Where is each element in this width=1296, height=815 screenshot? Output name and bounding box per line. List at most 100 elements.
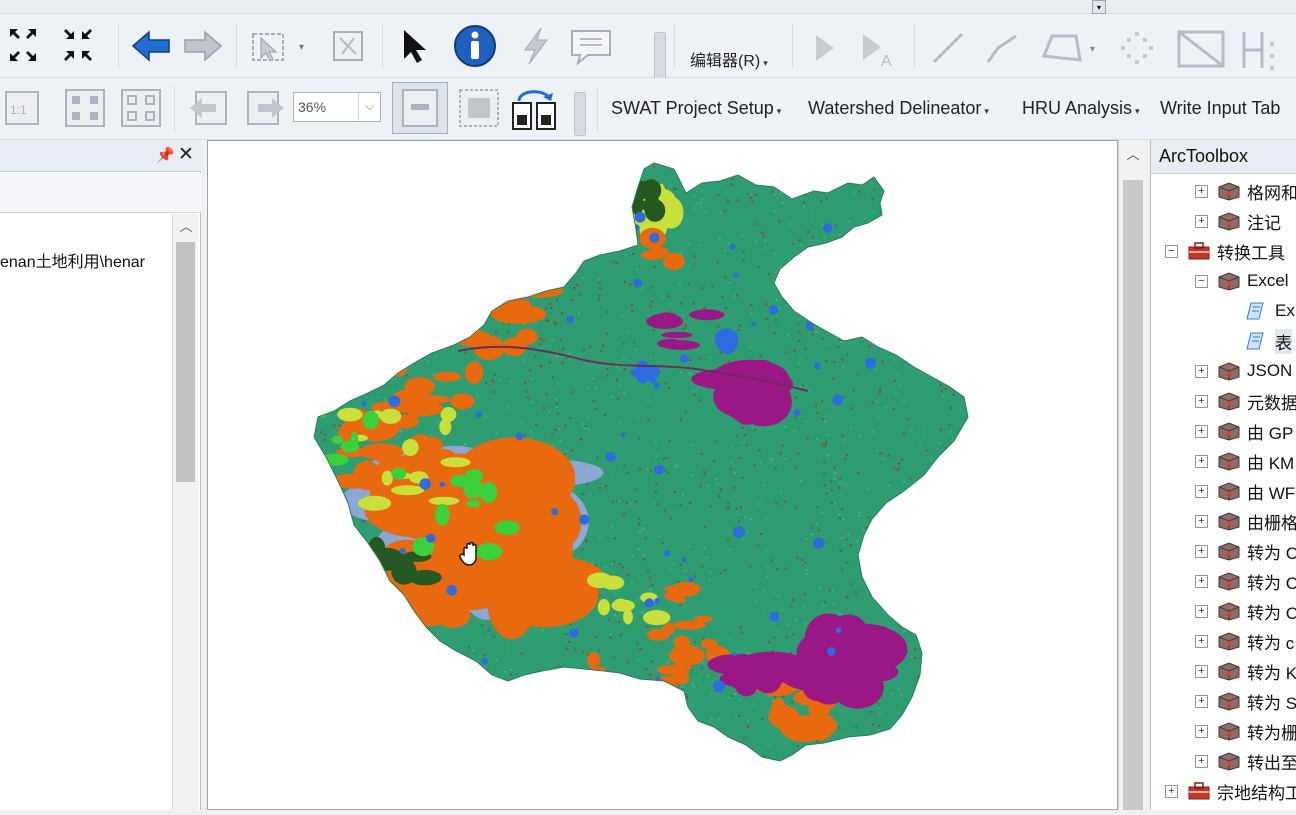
fixed-zoom-in-icon[interactable]: [4, 24, 54, 68]
map-vertical-scrollbar[interactable]: ︿: [1118, 140, 1146, 810]
edit-tool-icon[interactable]: [808, 30, 842, 66]
toolset-icon: [1218, 362, 1240, 381]
write-input-tables-menu[interactable]: Write Input Tab: [1160, 98, 1280, 119]
select-elements-icon[interactable]: [392, 26, 436, 66]
henan-land-use-map[interactable]: [208, 141, 1119, 811]
left-panel-scrollbar[interactable]: ︿: [172, 214, 198, 810]
identify-info-icon[interactable]: [450, 24, 500, 68]
expand-icon[interactable]: +: [1195, 604, 1208, 618]
edit-annotation-tool-icon[interactable]: A: [856, 30, 902, 70]
zoom-100-percent-icon[interactable]: 1:1: [0, 84, 44, 132]
scroll-track[interactable]: [1123, 180, 1143, 810]
toolset-item[interactable]: + 转为 c: [1195, 626, 1294, 656]
clear-selection-icon[interactable]: [326, 26, 370, 66]
toolset-item[interactable]: + JSON: [1195, 356, 1292, 386]
expand-icon[interactable]: +: [1195, 214, 1208, 228]
expand-icon[interactable]: +: [1195, 484, 1208, 498]
expand-icon[interactable]: +: [1195, 754, 1208, 768]
scroll-thumb[interactable]: [176, 242, 195, 482]
scroll-up-icon[interactable]: ︿: [173, 216, 199, 238]
expand-icon[interactable]: +: [1195, 694, 1208, 708]
tree-item-label: 由 WF: [1247, 483, 1296, 503]
map-data-frame[interactable]: [207, 140, 1118, 810]
toolbox-item[interactable]: − 转换工具: [1165, 236, 1285, 266]
tree-item-label: 由 GP: [1247, 423, 1294, 443]
toolset-icon: [1218, 512, 1240, 531]
watershed-delineator-menu[interactable]: Watershed Delineator ▾: [808, 98, 989, 119]
toolbar-grip-icon[interactable]: [574, 92, 586, 136]
expand-icon[interactable]: +: [1195, 544, 1208, 558]
pin-icon[interactable]: 📌: [156, 146, 175, 164]
change-layout-icon[interactable]: [508, 84, 562, 134]
back-arrow-icon[interactable]: [128, 26, 174, 66]
tree-item-label: 转出至: [1247, 753, 1296, 773]
collapse-icon[interactable]: −: [1165, 244, 1178, 258]
toolset-item[interactable]: + 由 KM: [1195, 446, 1294, 476]
catalog-path-text[interactable]: enan土地利用\henar: [0, 248, 172, 272]
toolbar-overflow-icon[interactable]: ▾: [1092, 0, 1106, 14]
previous-extent-layout-icon[interactable]: [184, 84, 234, 132]
expand-icon[interactable]: +: [1195, 724, 1208, 738]
select-features-icon[interactable]: ▾: [246, 26, 312, 66]
next-extent-layout-icon[interactable]: [240, 84, 290, 132]
topology-align-icon[interactable]: [1234, 28, 1284, 72]
sketch-properties-icon[interactable]: [1112, 28, 1162, 68]
topology-edit-icon[interactable]: [1172, 26, 1232, 72]
toolset-item[interactable]: + 转为 S: [1195, 686, 1296, 716]
collapse-icon[interactable]: −: [1195, 274, 1208, 288]
expand-icon[interactable]: +: [1195, 394, 1208, 408]
svg-text:A: A: [881, 53, 892, 70]
toolset-icon: [1218, 602, 1240, 621]
trace-segment-icon[interactable]: [980, 28, 1024, 68]
toolset-item[interactable]: + 由 WF: [1195, 476, 1295, 506]
fixed-zoom-in-layout-icon[interactable]: [60, 84, 110, 132]
toolset-item[interactable]: + 转为 C: [1195, 566, 1296, 596]
expand-icon[interactable]: +: [1195, 514, 1208, 528]
expand-icon[interactable]: +: [1195, 634, 1208, 648]
toolset-item[interactable]: − Excel: [1195, 266, 1289, 296]
expand-icon[interactable]: +: [1195, 184, 1208, 198]
toolset-item[interactable]: + 转为 K: [1195, 656, 1296, 686]
html-popup-icon[interactable]: [566, 26, 616, 66]
toolset-item[interactable]: + 转为 C: [1195, 536, 1296, 566]
toolbox-item[interactable]: + 宗地结构工: [1165, 776, 1296, 806]
toolset-item[interactable]: + 注记: [1195, 206, 1281, 236]
toolset-item[interactable]: + 由 GP: [1195, 416, 1293, 446]
forward-arrow-icon[interactable]: [180, 26, 226, 66]
tree-item-label: 转为 S: [1247, 693, 1296, 713]
tool-item[interactable]: 表: [1245, 326, 1292, 356]
zoom-percent-select[interactable]: 36% ⌵: [293, 92, 381, 122]
expand-icon[interactable]: +: [1195, 664, 1208, 678]
tree-item-label: 注记: [1247, 213, 1281, 233]
expand-icon[interactable]: +: [1195, 424, 1208, 438]
toolset-item[interactable]: + 元数据: [1195, 386, 1296, 416]
expand-icon[interactable]: +: [1165, 784, 1178, 798]
scroll-up-icon[interactable]: ︿: [1119, 144, 1147, 168]
svg-text:▾: ▾: [299, 42, 304, 53]
focus-data-frame-icon[interactable]: [454, 84, 504, 132]
toggle-draft-mode-icon[interactable]: [392, 82, 448, 134]
toolset-item[interactable]: + 由栅格: [1195, 506, 1296, 536]
toolbar-row-top: ▾: [0, 0, 1296, 14]
tool-item[interactable]: Ex: [1245, 296, 1295, 326]
arctoolbox-panel: ArcToolbox + 格网和 + 注记 − 转换工具 − Excel Ex 表 + JSON + 元数…: [1150, 140, 1296, 810]
expand-icon[interactable]: +: [1195, 574, 1208, 588]
chevron-down-icon[interactable]: ⌵: [358, 93, 380, 121]
swat-project-setup-menu[interactable]: SWAT Project Setup ▾: [611, 98, 781, 119]
toolset-icon: [1218, 572, 1240, 591]
tree-item-label: Ex: [1275, 301, 1295, 320]
hru-analysis-menu[interactable]: HRU Analysis ▾: [1022, 98, 1140, 119]
expand-icon[interactable]: +: [1195, 454, 1208, 468]
close-icon[interactable]: ✕: [178, 143, 194, 166]
toolset-item[interactable]: + 格网和: [1195, 176, 1296, 206]
hyperlink-lightning-icon[interactable]: [512, 26, 558, 66]
editor-menu[interactable]: 编辑器(R) ▾: [690, 47, 768, 71]
toolset-item[interactable]: + 转出至: [1195, 746, 1296, 776]
expand-icon[interactable]: +: [1195, 364, 1208, 378]
toolset-item[interactable]: + 转为 C: [1195, 596, 1296, 626]
fixed-zoom-out-layout-icon[interactable]: [116, 84, 166, 132]
sketch-polygon-icon[interactable]: ▾: [1034, 26, 1104, 70]
straight-segment-icon[interactable]: [926, 28, 970, 68]
toolset-item[interactable]: + 转为栅: [1195, 716, 1296, 746]
fixed-zoom-out-icon[interactable]: [58, 24, 108, 68]
